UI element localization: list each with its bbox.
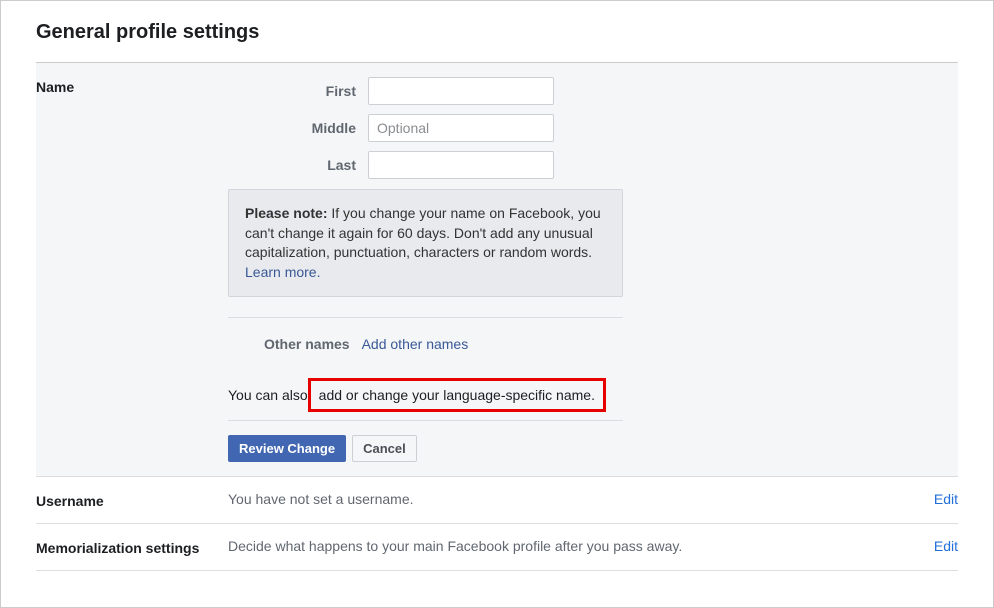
first-name-label: First <box>228 83 368 99</box>
other-names-row: Other names Add other names <box>228 318 623 356</box>
last-name-input[interactable] <box>368 151 554 179</box>
last-name-label: Last <box>228 157 368 173</box>
first-name-row: First <box>228 77 623 105</box>
middle-name-label: Middle <box>228 120 368 136</box>
highlight-box: add or change your language-specific nam… <box>308 378 606 412</box>
username-section: Username You have not set a username. Ed… <box>36 477 958 524</box>
language-specific-name-link[interactable]: add or change your language-specific nam… <box>319 387 595 403</box>
username-edit-link[interactable]: Edit <box>934 491 958 507</box>
memorialization-section: Memorialization settings Decide what hap… <box>36 524 958 571</box>
language-specific-row: You can also add or change your language… <box>228 378 623 412</box>
memorialization-section-label: Memorialization settings <box>36 538 228 556</box>
name-change-note: Please note: If you change your name on … <box>228 189 623 297</box>
middle-name-row: Middle <box>228 114 623 142</box>
review-change-button[interactable]: Review Change <box>228 435 346 462</box>
memorialization-edit-link[interactable]: Edit <box>934 538 958 554</box>
name-section: Name First Middle Last Please note: If y… <box>36 63 958 477</box>
name-section-content: First Middle Last Please note: If you ch… <box>228 77 623 462</box>
page-title: General profile settings <box>36 21 958 44</box>
add-other-names-link[interactable]: Add other names <box>362 336 469 352</box>
settings-container: General profile settings Name First Midd… <box>0 0 994 608</box>
memorialization-section-text: Decide what happens to your main Faceboo… <box>228 538 898 556</box>
learn-more-link[interactable]: Learn more. <box>245 264 320 280</box>
middle-name-input[interactable] <box>368 114 554 142</box>
name-buttons-row: Review Change Cancel <box>228 420 623 462</box>
lang-specific-prefix: You can also <box>228 387 308 403</box>
note-prefix: Please note: <box>245 205 327 221</box>
other-names-label: Other names <box>264 336 350 352</box>
name-section-label: Name <box>36 77 228 462</box>
username-section-text: You have not set a username. <box>228 491 898 509</box>
last-name-row: Last <box>228 151 623 179</box>
username-section-label: Username <box>36 491 228 509</box>
cancel-button[interactable]: Cancel <box>352 435 417 462</box>
first-name-input[interactable] <box>368 77 554 105</box>
